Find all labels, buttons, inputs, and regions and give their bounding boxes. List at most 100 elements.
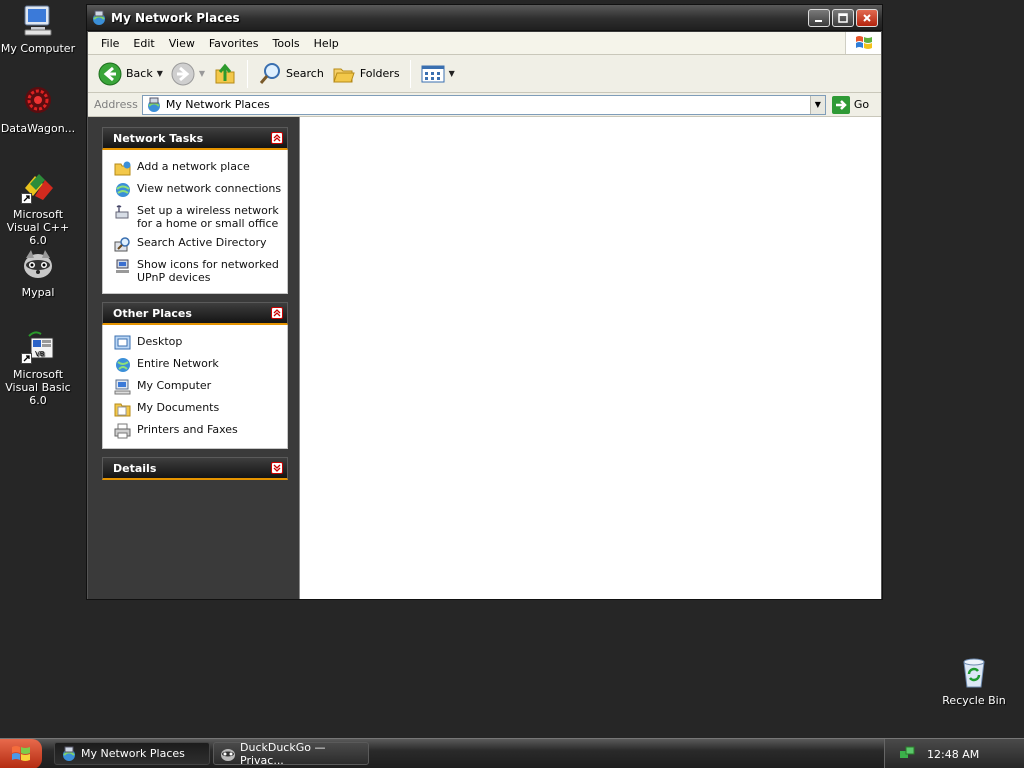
window-title: My Network Places bbox=[111, 10, 240, 25]
place-label: My Documents bbox=[137, 401, 220, 414]
close-icon bbox=[863, 13, 871, 22]
network-places-icon bbox=[61, 746, 77, 762]
search-button[interactable]: Search bbox=[254, 59, 328, 89]
menu-favorites[interactable]: Favorites bbox=[202, 37, 266, 50]
shortcut-arrow-icon bbox=[21, 353, 32, 364]
desktop-icon bbox=[114, 335, 132, 351]
go-button[interactable]: Go bbox=[831, 95, 870, 114]
desktop-icon-my-computer[interactable]: My Computer bbox=[0, 4, 78, 55]
network-status-icon[interactable] bbox=[899, 745, 915, 764]
toolbar-separator bbox=[247, 59, 249, 88]
other-places-title: Other Places bbox=[113, 306, 192, 320]
search-icon bbox=[259, 62, 281, 84]
close-button[interactable] bbox=[856, 8, 878, 27]
task-pane: Network Tasks Add a network place View n bbox=[88, 117, 299, 599]
desktop-icon-label: My Computer bbox=[0, 42, 76, 55]
toolbar-separator bbox=[409, 59, 411, 88]
place-label: Desktop bbox=[137, 335, 183, 348]
my-computer-icon bbox=[21, 4, 55, 38]
recycle-bin-icon bbox=[957, 656, 991, 690]
details-header[interactable]: Details bbox=[102, 457, 288, 480]
standard-toolbar: Back ▼ ▼ Search Folders ▼ bbox=[88, 55, 881, 93]
desktop-icon-visual-basic[interactable]: VB Microsoft Visual Basic 6.0 bbox=[0, 330, 78, 407]
go-label: Go bbox=[853, 98, 870, 111]
title-bar[interactable]: My Network Places bbox=[87, 5, 882, 31]
upnp-devices-icon bbox=[114, 258, 132, 274]
minimize-button[interactable] bbox=[808, 8, 830, 27]
task-search-active-directory[interactable]: Search Active Directory bbox=[114, 233, 287, 255]
taskbar-button-my-network-places[interactable]: My Network Places bbox=[54, 742, 210, 765]
clock[interactable]: 12:48 AM bbox=[927, 748, 979, 761]
task-label: Add a network place bbox=[137, 160, 250, 173]
network-places-icon bbox=[147, 97, 160, 112]
place-my-documents[interactable]: My Documents bbox=[114, 398, 287, 420]
menu-tools[interactable]: Tools bbox=[266, 37, 307, 50]
file-list-area[interactable] bbox=[299, 117, 881, 599]
maximize-icon bbox=[838, 12, 848, 23]
folders-icon bbox=[333, 68, 355, 82]
place-printers-faxes[interactable]: Printers and Faxes bbox=[114, 420, 287, 442]
up-folder-icon bbox=[215, 63, 235, 83]
wireless-network-icon bbox=[114, 204, 132, 220]
task-view-network-connections[interactable]: View network connections bbox=[114, 179, 287, 201]
menu-help[interactable]: Help bbox=[307, 37, 346, 50]
back-dropdown-icon[interactable]: ▼ bbox=[157, 69, 163, 78]
desktop-icon-visual-cpp[interactable]: Microsoft Visual C++ 6.0 bbox=[0, 170, 78, 247]
other-places-body: Desktop Entire Network My Computer My Do… bbox=[102, 325, 288, 449]
other-places-panel: Other Places Desktop Entire Network My C… bbox=[102, 302, 288, 449]
maximize-button[interactable] bbox=[832, 8, 854, 27]
back-button[interactable]: Back ▼ bbox=[94, 59, 167, 89]
folders-button[interactable]: Folders bbox=[328, 59, 404, 89]
place-entire-network[interactable]: Entire Network bbox=[114, 354, 287, 376]
go-arrow-icon bbox=[831, 95, 850, 114]
printers-faxes-icon bbox=[114, 423, 132, 439]
place-desktop[interactable]: Desktop bbox=[114, 332, 287, 354]
start-button[interactable] bbox=[0, 739, 42, 768]
my-computer-icon bbox=[114, 379, 132, 395]
address-value: My Network Places bbox=[165, 98, 270, 111]
address-dropdown-icon[interactable]: ▼ bbox=[809, 95, 825, 114]
desktop-icon-label: Mypal bbox=[21, 286, 55, 299]
forward-dropdown-icon[interactable]: ▼ bbox=[199, 69, 205, 78]
back-label: Back bbox=[126, 67, 153, 80]
address-bar: Address My Network Places ▼ Go bbox=[88, 93, 881, 117]
network-tasks-header[interactable]: Network Tasks bbox=[102, 127, 288, 150]
shortcut-arrow-icon bbox=[21, 193, 32, 204]
desktop-icon-datawagon[interactable]: DataWagon... bbox=[0, 84, 78, 135]
address-input[interactable]: My Network Places ▼ bbox=[141, 94, 826, 115]
task-label: Show icons for networked UPnP devices bbox=[137, 258, 279, 284]
task-setup-wireless-network[interactable]: Set up a wireless network for a home or … bbox=[114, 201, 287, 233]
mypal-icon bbox=[21, 248, 55, 282]
other-places-header[interactable]: Other Places bbox=[102, 302, 288, 325]
desktop-icon-label: Recycle Bin bbox=[942, 694, 1006, 707]
minimize-icon bbox=[815, 19, 822, 22]
explorer-window[interactable]: My Network Places File Edit View Favorit… bbox=[86, 4, 883, 600]
collapse-chevron-icon[interactable] bbox=[271, 307, 283, 319]
up-folder-button[interactable] bbox=[209, 59, 241, 89]
views-icon bbox=[421, 65, 445, 82]
system-tray: 12:48 AM bbox=[884, 739, 1024, 768]
windows-logo-icon bbox=[12, 746, 30, 761]
taskbar: My Network Places DuckDuckGo — Privac...… bbox=[0, 738, 1024, 768]
network-tasks-title: Network Tasks bbox=[113, 131, 204, 145]
task-show-upnp-devices[interactable]: Show icons for networked UPnP devices bbox=[114, 255, 287, 287]
menu-view[interactable]: View bbox=[162, 37, 202, 50]
desktop-icon-label: DataWagon... bbox=[0, 122, 76, 135]
collapse-chevron-icon[interactable] bbox=[271, 132, 283, 144]
desktop-icon-mypal[interactable]: Mypal bbox=[0, 248, 78, 299]
place-my-computer[interactable]: My Computer bbox=[114, 376, 287, 398]
forward-button[interactable]: ▼ bbox=[167, 59, 209, 89]
task-label: Search Active Directory bbox=[137, 236, 267, 249]
search-label: Search bbox=[286, 67, 324, 80]
expand-chevron-icon[interactable] bbox=[271, 462, 283, 474]
views-button[interactable]: ▼ bbox=[417, 59, 459, 89]
network-places-icon bbox=[91, 10, 107, 26]
menu-file[interactable]: File bbox=[94, 37, 126, 50]
windows-flag-icon bbox=[845, 32, 881, 54]
taskbar-button-duckduckgo[interactable]: DuckDuckGo — Privac... bbox=[213, 741, 369, 767]
address-label: Address bbox=[94, 98, 138, 111]
views-dropdown-icon[interactable]: ▼ bbox=[449, 69, 455, 78]
menu-edit[interactable]: Edit bbox=[126, 37, 161, 50]
task-add-network-place[interactable]: Add a network place bbox=[114, 157, 287, 179]
desktop-icon-recycle-bin[interactable]: Recycle Bin bbox=[934, 656, 1014, 707]
